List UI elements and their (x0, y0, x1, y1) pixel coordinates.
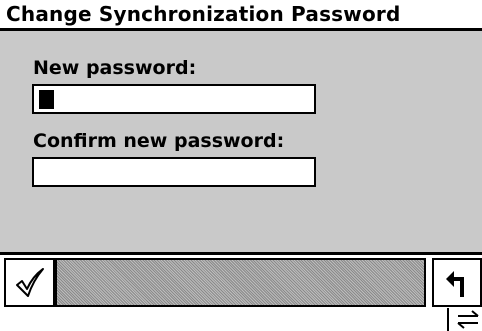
new-password-label: New password: (33, 57, 197, 79)
confirm-password-label: Confirm new password: (33, 130, 285, 152)
password-dialog: Change Synchronization Password New pass… (0, 0, 482, 331)
ok-button[interactable] (4, 258, 55, 307)
bottom-toolbar (0, 252, 482, 307)
form-panel: New password: Confirm new password: (0, 31, 482, 255)
sync-arrows-icon (447, 308, 479, 331)
dialog-title: Change Synchronization Password (6, 2, 401, 26)
status-text-area (55, 258, 426, 307)
confirm-password-field[interactable] (32, 157, 316, 187)
title-bar: Change Synchronization Password (0, 0, 482, 31)
return-arrow-icon (446, 270, 464, 297)
new-password-field[interactable] (32, 84, 316, 114)
checkmark-icon (15, 267, 44, 297)
text-cursor (39, 90, 54, 109)
back-button[interactable] (432, 258, 482, 307)
